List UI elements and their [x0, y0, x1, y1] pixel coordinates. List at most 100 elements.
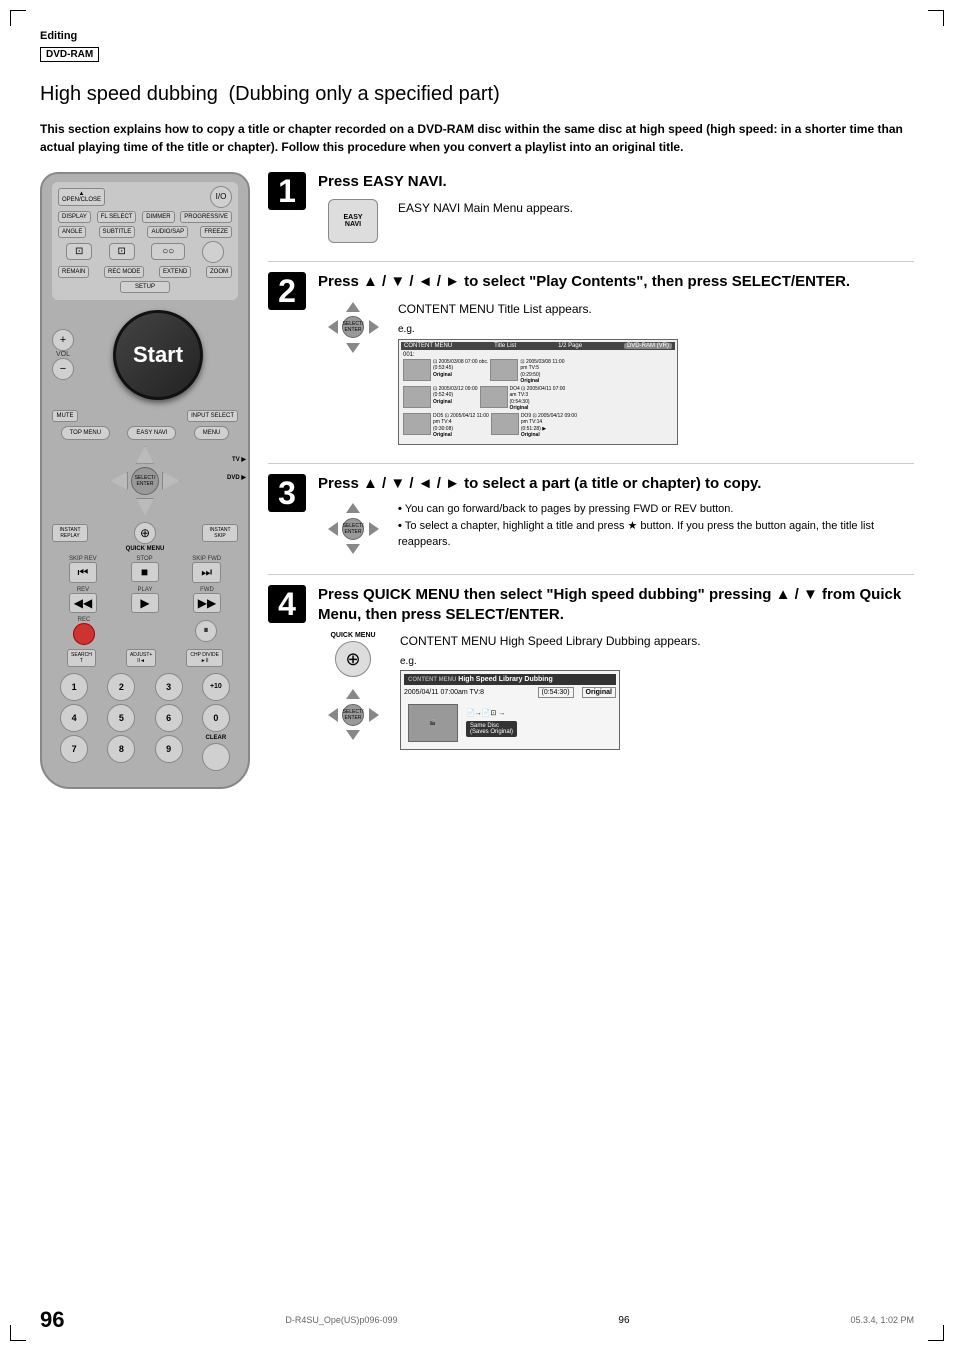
nav-left-button[interactable]	[110, 472, 128, 490]
dimmer-button[interactable]: DIMMER	[142, 211, 174, 223]
mini-nav-right-4	[369, 708, 379, 722]
thumb-2	[490, 359, 518, 381]
mini-nav-down-3	[346, 544, 360, 554]
thumb-2-info: ⊡ 2005/03/08 11:00 pm TV:5 (0:29:50) Ori…	[520, 359, 564, 385]
step-3-nav: SELECT/ENTER	[326, 501, 381, 556]
extend-button[interactable]: EXTEND	[159, 266, 191, 278]
num-plus10-button[interactable]: +10	[202, 673, 230, 701]
screen-row-1: ⊡ 2005/03/08 07:00 obc. (0:53:45) Origin…	[403, 359, 673, 385]
step-2-number: 2	[268, 272, 306, 310]
page-number: 96	[40, 1307, 64, 1333]
screen-header-mid: Title List	[494, 343, 516, 349]
stop-button[interactable]: ■	[131, 562, 159, 582]
remote-row-search: SEARCHT ADJUST+II◄ CHP DIVIDE►II	[52, 649, 238, 667]
thumb-6-info: DO9 ⊡ 2005/04/12 09:00 pm TV:14 (0:51:28…	[521, 413, 577, 439]
step-3-number: 3	[268, 474, 306, 512]
easy-navi-button[interactable]: EASY NAVI	[127, 426, 176, 440]
quick-menu-button[interactable]: ⊕	[134, 522, 156, 544]
chp-divide-button[interactable]: CHP DIVIDE►II	[186, 649, 223, 667]
open-close-button[interactable]: ▲ OPEN/CLOSE	[58, 188, 105, 206]
num-6-button[interactable]: 6	[155, 704, 183, 732]
freeze-button[interactable]: FREEZE	[200, 226, 232, 238]
remote-row-play: REV ◀◀ PLAY ▶ FWD ▶▶	[52, 587, 238, 613]
num-0-button[interactable]: 0	[202, 704, 230, 732]
nav-up-button[interactable]	[136, 446, 154, 464]
step-4-screen-title: High Speed Library Dubbing	[458, 676, 553, 683]
instant-replay-button[interactable]: INSTANTREPLAY	[52, 524, 88, 542]
mini-nav-down-4	[346, 730, 360, 740]
num-3-button[interactable]: 3	[155, 673, 183, 701]
step-4-row-info: 2005/04/11 07:00am TV:8	[404, 689, 534, 696]
skip-fwd-button[interactable]: ⏭	[192, 562, 221, 583]
zoom-button[interactable]: ZOOM	[206, 266, 232, 278]
rec-mode-button[interactable]: REC MODE	[104, 266, 144, 278]
step-4-row-time: (0:54:30)	[538, 687, 574, 698]
angle-button[interactable]: ANGLE	[58, 226, 86, 238]
audio-sap-button[interactable]: AUDIO/SAP	[147, 226, 188, 238]
remote-row-remain: REMAIN REC MODE EXTEND ZOOM	[58, 266, 232, 278]
top-menu-button[interactable]: TOP MENU	[61, 426, 110, 440]
step-4-screen-row: 2005/04/11 07:00am TV:8 (0:54:30) Origin…	[404, 685, 616, 700]
subtitle-button[interactable]: SUBTITLE	[99, 226, 136, 238]
step-2-image: SELECT/ENTER	[318, 300, 388, 355]
step-2-body: SELECT/ENTER CONTENT MENU Title List app…	[318, 300, 914, 445]
skip-rev-button[interactable]: ⏮	[69, 562, 97, 583]
num-2-button[interactable]: 2	[107, 673, 135, 701]
footer-page-ref: 96	[618, 1315, 629, 1326]
angle-icon-button[interactable]: ⊡	[66, 243, 92, 260]
easy-navi-visual-button[interactable]: EASY NAVI	[328, 199, 378, 243]
step-3-bullets: You can go forward/back to pages by pres…	[398, 501, 914, 551]
step-4-copy-info: 📄→📄⊡ → Same Disc(Saves Original)	[466, 704, 517, 742]
num-7-button[interactable]: 7	[60, 735, 88, 763]
start-button[interactable]: Start	[113, 310, 203, 400]
step-3-image: SELECT/ENTER	[318, 501, 388, 556]
play-button[interactable]: ▶	[131, 593, 159, 613]
remain-button[interactable]: REMAIN	[58, 266, 89, 278]
num-8-button[interactable]: 8	[107, 735, 135, 763]
step-4-screen-header: CONTENT MENU High Speed Library Dubbing	[404, 674, 616, 685]
num-4-button[interactable]: 4	[60, 704, 88, 732]
quick-menu-icon[interactable]: ⊕	[335, 641, 371, 677]
num-9-button[interactable]: 9	[155, 735, 183, 763]
input-select-button[interactable]: INPUT SELECT	[187, 410, 238, 422]
select-enter-button[interactable]: SELECT/ENTER	[131, 467, 159, 495]
mute-button[interactable]: MUTE	[52, 410, 78, 422]
num-1-button[interactable]: 1	[60, 673, 88, 701]
fwd-label: FWD	[193, 587, 221, 593]
nav-right-button[interactable]	[162, 472, 180, 490]
step-4-nav: SELECT/ENTER	[326, 687, 381, 742]
thumb-4	[480, 386, 508, 408]
rev-button[interactable]: ◀◀	[69, 593, 97, 613]
thumb-4-info: DO4 ⊡ 2005/04/11 07:00 am TV:3 (0:54:30)…	[510, 386, 566, 412]
fl-select-button[interactable]: FL SELECT	[97, 211, 137, 223]
title-text: High speed dubbing	[40, 83, 218, 105]
thumb-6	[491, 413, 519, 435]
remote-row-angle: ANGLE SUBTITLE AUDIO/SAP FREEZE	[58, 226, 232, 238]
step-divider-3	[268, 574, 914, 575]
audio-icon-button[interactable]: ○○	[151, 243, 185, 260]
freeze-icon-button[interactable]	[202, 241, 224, 263]
vol-minus-button[interactable]: −	[52, 358, 74, 380]
subtitle-text: (Dubbing only a specified part)	[228, 83, 499, 105]
num-5-button[interactable]: 5	[107, 704, 135, 732]
instant-skip-button[interactable]: INSTANTSKIP	[202, 524, 238, 542]
display-button[interactable]: DISPLAY	[58, 211, 91, 223]
search-button[interactable]: SEARCHT	[67, 649, 96, 667]
power-button[interactable]: I/O	[210, 186, 232, 208]
clear-button[interactable]	[202, 743, 230, 771]
vol-plus-button[interactable]: +	[52, 329, 74, 351]
remote-row-top: ▲ OPEN/CLOSE I/O	[58, 186, 232, 208]
step-4-eg-label: e.g.	[400, 656, 701, 667]
setup-button[interactable]: SETUP	[120, 281, 170, 293]
fwd-button[interactable]: ▶▶	[193, 593, 221, 613]
subtitle-icon-button[interactable]: ⊡	[109, 243, 135, 260]
thumb-3-info: ⊡ 2005/03/12 09:00 (0:52:40) Original	[433, 386, 478, 412]
step-4: 4 Press QUICK MENU then select "High spe…	[268, 585, 914, 750]
nav-down-button[interactable]	[136, 498, 154, 516]
pause-button[interactable]: ⏸	[195, 620, 217, 642]
progressive-button[interactable]: PROGRESSIVE	[180, 211, 232, 223]
menu-button[interactable]: MENU	[194, 426, 230, 440]
rec-button[interactable]	[73, 623, 95, 645]
step-3-body: SELECT/ENTER You can go forward/back to …	[318, 501, 914, 556]
adjust-button[interactable]: ADJUST+II◄	[126, 649, 156, 667]
